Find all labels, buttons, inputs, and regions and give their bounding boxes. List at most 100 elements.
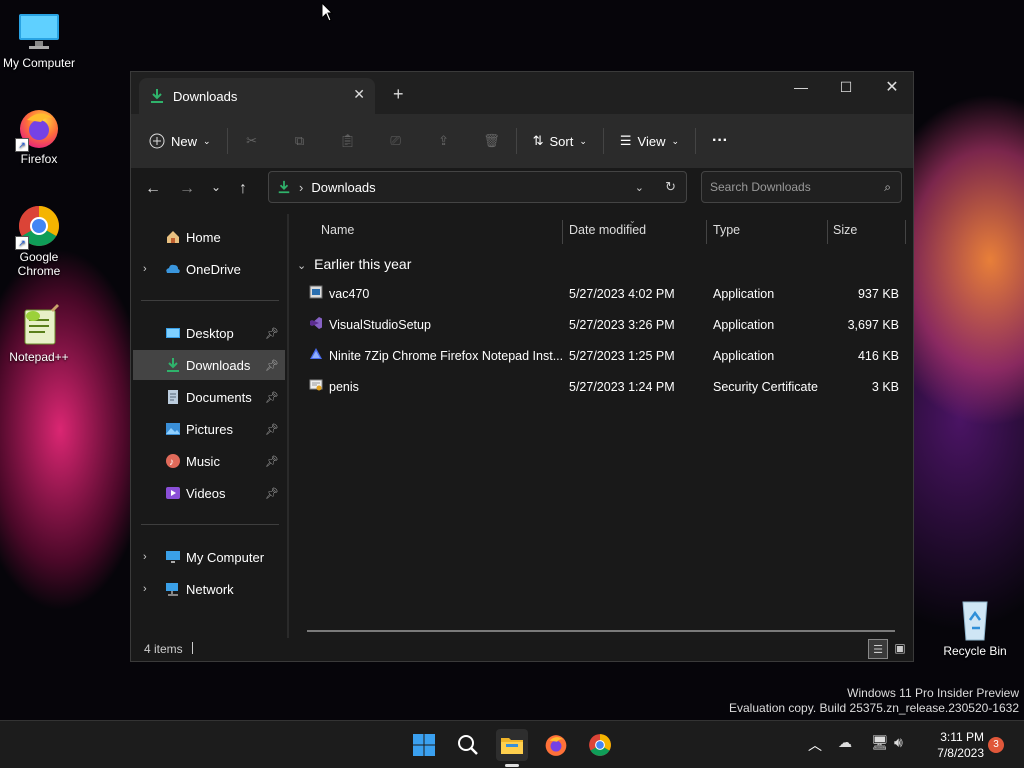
pin-icon[interactable]: 📌︎ — [265, 327, 279, 340]
column-header-size[interactable]: Size — [833, 223, 857, 237]
table-row[interactable]: vac470 5/27/2023 4:02 PM Application 937… — [305, 279, 905, 309]
column-header-name[interactable]: Name — [321, 223, 354, 237]
watermark-line: Evaluation copy. Build 25375.zn_release.… — [729, 701, 1019, 715]
chevron-right-icon[interactable]: › — [143, 263, 147, 275]
column-divider[interactable] — [905, 220, 906, 244]
desktop-icon-firefox[interactable]: ↗ Firefox — [0, 106, 78, 166]
pin-icon[interactable]: 📌︎ — [265, 487, 279, 500]
file-name: Ninite 7Zip Chrome Firefox Notepad Inst.… — [329, 349, 564, 363]
pin-icon[interactable]: 📌︎ — [265, 423, 279, 436]
search-button[interactable] — [452, 729, 484, 761]
sidebar-item-videos[interactable]: Videos 📌︎ — [133, 478, 285, 508]
volume-icon[interactable]: 🔊︎ — [894, 734, 903, 751]
up-button[interactable]: ↑ — [239, 180, 247, 198]
chevron-down-icon: ⌄ — [671, 135, 680, 146]
desktop-icon-label: Notepad++ — [9, 350, 69, 364]
view-button[interactable]: ☰ View ⌄ — [612, 125, 687, 157]
divider — [141, 524, 279, 525]
search-input[interactable]: Search Downloads ⌕ — [701, 171, 902, 203]
table-row[interactable]: VisualStudioSetup 5/27/2023 3:26 PM Appl… — [305, 310, 905, 340]
desktop-icon-my-computer[interactable]: My Computer — [0, 10, 78, 70]
divider — [602, 128, 604, 154]
cut-button[interactable]: ✂ — [236, 125, 268, 157]
address-bar[interactable]: › Downloads ⌄ ↻ — [268, 171, 687, 203]
pin-icon[interactable]: 📌︎ — [265, 391, 279, 404]
column-divider[interactable] — [562, 220, 563, 244]
file-size: 3 KB — [871, 380, 899, 394]
back-button[interactable]: ← — [145, 180, 161, 198]
pin-icon[interactable]: 📌︎ — [265, 359, 279, 372]
command-bar: New ⌄ ✂ ⧉ 📋︎ ⎚ ⇪ 🗑︎ ⇅ Sort ⌄ ☰ View ⌄ ··… — [131, 114, 913, 168]
trash-icon: 🗑︎ — [483, 133, 500, 148]
certificate-icon — [309, 378, 323, 395]
file-type: Application — [713, 318, 775, 332]
copy-button[interactable]: ⧉ — [284, 125, 316, 157]
column-divider[interactable] — [827, 220, 828, 244]
breadcrumb[interactable]: Downloads — [311, 180, 375, 195]
desktop-icon-label: Recycle Bin — [943, 644, 1007, 658]
table-row[interactable]: penis 5/27/2023 1:24 PM Security Certifi… — [305, 372, 905, 402]
maximize-button[interactable]: ☐ — [823, 72, 869, 102]
column-divider[interactable] — [706, 220, 707, 244]
pin-icon[interactable]: 📌︎ — [265, 455, 279, 468]
desktop-icon-recycle-bin[interactable]: Recycle Bin — [936, 598, 1014, 658]
sidebar-item-downloads[interactable]: Downloads 📌︎ — [133, 350, 285, 380]
delete-button[interactable]: 🗑︎ — [476, 125, 508, 157]
chevron-right-icon[interactable]: › — [143, 583, 147, 595]
show-hidden-icons-button[interactable]: ︿ — [808, 735, 822, 755]
minimize-button[interactable]: — — [778, 72, 824, 102]
sidebar-item-pictures[interactable]: Pictures 📌︎ — [133, 414, 285, 444]
recent-locations-button[interactable]: ⌄ — [211, 180, 221, 194]
monitor-icon — [17, 10, 61, 54]
pane-splitter[interactable] — [287, 214, 289, 638]
details-view-button[interactable]: ☰ — [868, 639, 888, 659]
refresh-icon[interactable]: ↻ — [665, 179, 676, 195]
desktop-icon-label: Firefox — [20, 152, 58, 166]
desktop-icon-notepad-plus-plus[interactable]: Notepad++ — [0, 304, 78, 364]
chevron-right-icon[interactable]: › — [143, 551, 147, 563]
clipboard-icon: 📋︎ — [339, 133, 356, 148]
sort-button[interactable]: ⇅ Sort ⌄ — [525, 125, 595, 157]
tab-downloads[interactable]: Downloads ✕ — [139, 78, 375, 114]
new-tab-button[interactable]: + — [393, 84, 404, 105]
mouse-cursor-icon — [321, 1, 334, 27]
share-button[interactable]: ⇪ — [428, 125, 460, 157]
sidebar-item-my-computer[interactable]: › My Computer — [133, 542, 285, 572]
taskbar-file-explorer[interactable] — [496, 729, 528, 767]
rename-button[interactable]: ⎚ — [380, 125, 412, 157]
pictures-icon — [165, 421, 181, 437]
sidebar-item-desktop[interactable]: Desktop 📌︎ — [133, 318, 285, 348]
notification-badge[interactable]: 3 — [988, 737, 1004, 753]
close-window-button[interactable]: ✕ — [869, 72, 915, 102]
desktop-icon-google-chrome[interactable]: ↗ Google Chrome — [0, 204, 78, 278]
table-row[interactable]: Ninite 7Zip Chrome Firefox Notepad Inst.… — [305, 341, 905, 371]
home-icon — [165, 229, 181, 245]
more-options-button[interactable]: ··· — [704, 125, 736, 157]
column-header-date-modified[interactable]: Date modified — [569, 223, 646, 237]
taskbar-firefox[interactable] — [540, 729, 572, 761]
address-dropdown-icon[interactable]: ⌄ — [635, 181, 644, 194]
column-header-type[interactable]: Type — [713, 223, 740, 237]
close-tab-icon[interactable]: ✕ — [353, 86, 365, 103]
sidebar-item-onedrive[interactable]: › OneDrive — [133, 254, 285, 284]
onedrive-cloud-icon — [165, 261, 181, 277]
taskbar-chrome[interactable] — [584, 729, 616, 761]
new-button[interactable]: New ⌄ — [141, 125, 219, 157]
sidebar-item-home[interactable]: Home — [133, 222, 285, 252]
cloud-offline-icon[interactable]: ☁︎ — [838, 734, 852, 751]
large-icons-view-button[interactable]: ▣ — [891, 639, 909, 657]
group-header[interactable]: ⌄ Earlier this year — [297, 256, 411, 272]
sidebar-item-network[interactable]: › Network — [133, 574, 285, 604]
paste-button[interactable]: 📋︎ — [332, 125, 364, 157]
clock[interactable]: 3:11 PM 7/8/2023 — [920, 729, 984, 761]
search-icon[interactable]: ⌕ — [884, 180, 891, 195]
forward-button[interactable]: → — [179, 180, 195, 198]
horizontal-scrollbar[interactable] — [307, 630, 895, 632]
status-bar: 4 items ☰ ▣ — [131, 637, 913, 661]
start-button[interactable] — [408, 729, 440, 761]
sidebar-item-documents[interactable]: Documents 📌︎ — [133, 382, 285, 412]
sidebar-item-music[interactable]: ♪ Music 📌︎ — [133, 446, 285, 476]
tab-title: Downloads — [173, 88, 238, 104]
watermark-line: Windows 11 Pro Insider Preview — [847, 686, 1019, 700]
network-status-icon[interactable]: 🖥︎ — [871, 734, 889, 751]
